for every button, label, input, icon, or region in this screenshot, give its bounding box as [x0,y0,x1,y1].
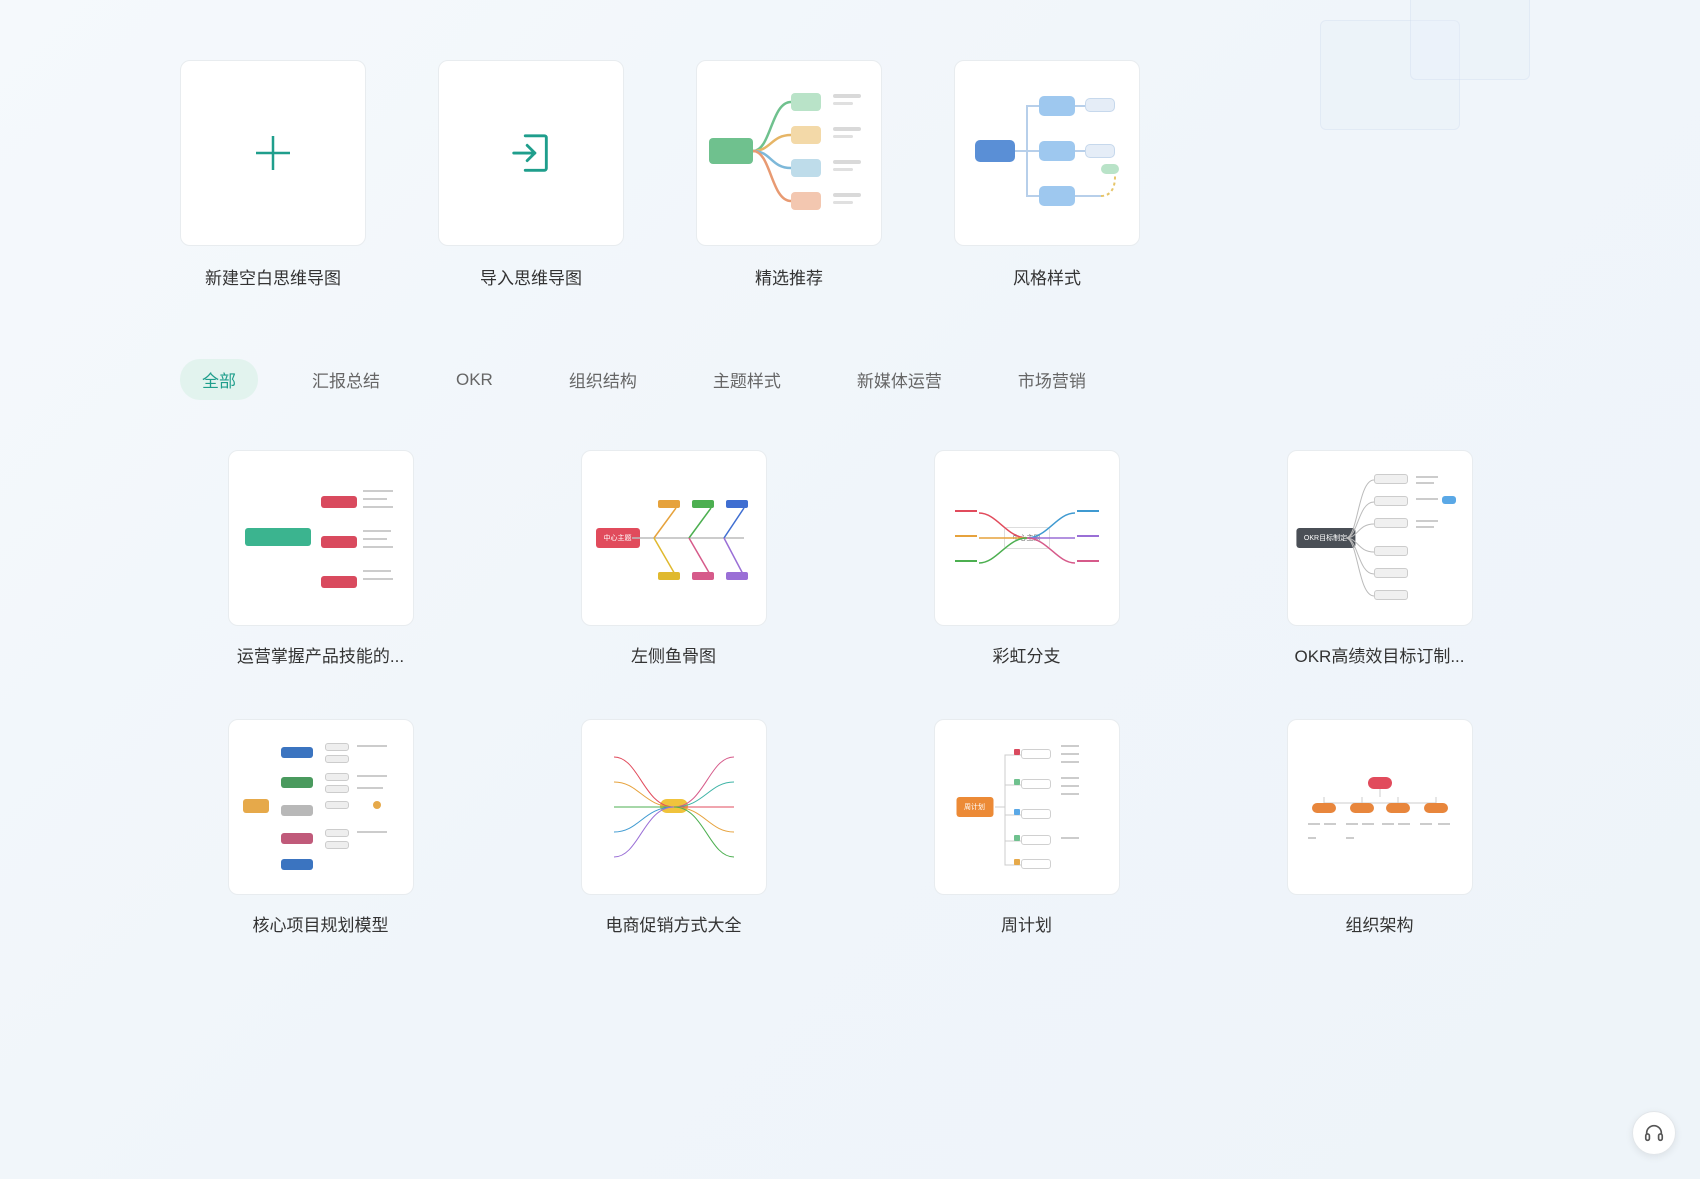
template-grid: 运营掌握产品技能的... 中心主题 [180,450,1520,936]
template-ecommerce[interactable] [581,719,767,895]
template-thumb: 中心主题 [594,468,754,608]
template-rainbow[interactable]: 中心主题 [934,450,1120,626]
template-label: 彩虹分支 [993,642,1061,667]
template-okr[interactable]: OKR目标制定 [1287,450,1473,626]
headphone-icon [1643,1122,1665,1144]
featured-label: 精选推荐 [755,264,823,289]
template-label: 左侧鱼骨图 [631,642,716,667]
template-label: 电商促销方式大全 [606,911,742,936]
new-blank-mindmap-card[interactable] [180,60,366,246]
template-label: 组织架构 [1346,911,1414,936]
category-tabs: 全部 汇报总结 OKR 组织结构 主题样式 新媒体运营 市场营销 [180,359,1520,400]
style-templates-card[interactable] [954,60,1140,246]
top-action-cards: 新建空白思维导图 导入思维导图 [180,60,1520,289]
style-label: 风格样式 [1013,264,1081,289]
template-ops-skills[interactable] [228,450,414,626]
import-icon [508,130,554,176]
template-label: 周计划 [1001,911,1052,936]
template-thumb: 周计划 [947,737,1107,877]
template-project-plan[interactable] [228,719,414,895]
template-org-chart[interactable] [1287,719,1473,895]
template-label: 运营掌握产品技能的... [237,642,404,667]
tab-theme-style[interactable]: 主题样式 [691,359,803,400]
new-blank-label: 新建空白思维导图 [205,264,341,289]
import-label: 导入思维导图 [480,264,582,289]
import-mindmap-card[interactable] [438,60,624,246]
template-thumb: 中心主题 [947,468,1107,608]
support-button[interactable] [1632,1111,1676,1155]
template-label: 核心项目规划模型 [253,911,389,936]
tab-org-structure[interactable]: 组织结构 [547,359,659,400]
template-thumb [1300,737,1460,877]
tab-report-summary[interactable]: 汇报总结 [290,359,402,400]
template-thumb [241,468,401,608]
template-thumb [594,737,754,877]
template-label: OKR高绩效目标订制... [1294,642,1464,667]
featured-thumb-icon [709,88,869,218]
template-fishbone[interactable]: 中心主题 [581,450,767,626]
tab-okr[interactable]: OKR [434,362,515,398]
plus-icon [252,132,294,174]
tab-marketing[interactable]: 市场营销 [996,359,1108,400]
template-thumb [241,737,401,877]
style-thumb-icon [967,88,1127,218]
template-week-plan[interactable]: 周计划 [934,719,1120,895]
tab-new-media[interactable]: 新媒体运营 [835,359,964,400]
tab-all[interactable]: 全部 [180,359,258,400]
featured-templates-card[interactable] [696,60,882,246]
template-thumb: OKR目标制定 [1300,468,1460,608]
